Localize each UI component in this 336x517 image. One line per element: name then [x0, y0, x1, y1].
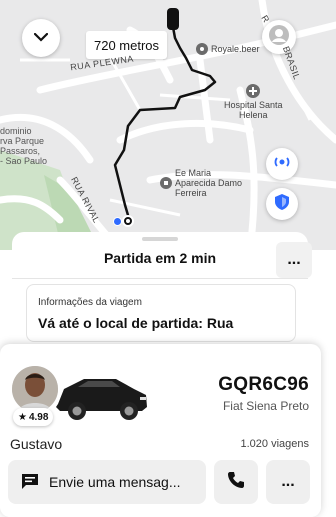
car-image: [50, 359, 150, 434]
sheet-grabber[interactable]: [142, 237, 178, 241]
car-model: Fiat Siena Preto: [222, 399, 309, 413]
more-options-button[interactable]: ...: [266, 460, 310, 504]
poi-school[interactable]: Ee Maria Aparecida Damo Ferreira: [160, 168, 242, 198]
trip-info-caption: Informações da viagem: [38, 297, 142, 308]
school-icon: [160, 177, 172, 189]
pickup-marker: [122, 215, 134, 227]
radar-icon: [273, 153, 291, 176]
message-placeholder: Envie uma mensag...: [49, 474, 181, 490]
driver-name: Gustavo: [10, 436, 63, 452]
poi-hospital[interactable]: Hospital Santa Helena: [224, 84, 283, 120]
poi-royale-beer[interactable]: Royale.beer: [196, 43, 260, 55]
safety-button[interactable]: [266, 148, 298, 180]
hospital-icon: [246, 84, 261, 98]
driver-card: ★ 4.98 GQR6C96 Fiat Siena Preto Gustavo …: [0, 344, 321, 517]
chevron-down-icon: [33, 29, 49, 47]
license-plate: GQR6C96: [218, 374, 309, 395]
message-icon: [21, 472, 39, 493]
map[interactable]: 720 metros RUA PLEWNA RUA RIVAL R BRASIL…: [0, 0, 336, 250]
shield-button[interactable]: [266, 188, 298, 220]
call-button[interactable]: [214, 460, 258, 504]
driver-rating: ★ 4.98: [13, 408, 54, 426]
divider: [12, 278, 308, 279]
departure-time: Partida em 2 min: [103, 250, 217, 266]
pin-icon: [196, 43, 208, 55]
trip-info-title: Vá até o local de partida: Rua: [38, 315, 234, 331]
current-location-dot: [113, 217, 122, 226]
shield-icon: [274, 193, 290, 216]
trip-more-button[interactable]: ...: [276, 242, 312, 278]
driver-trips: 1.020 viagens: [240, 438, 310, 450]
trip-info-card[interactable]: Informações da viagem Vá até o local de …: [26, 284, 296, 342]
message-button[interactable]: Envie uma mensag...: [8, 460, 206, 504]
driver-avatar[interactable]: [10, 364, 60, 414]
star-icon: ★: [18, 411, 27, 423]
area-label: dominio rva Parque Passaros, - Sao Paulo: [0, 126, 48, 166]
phone-icon: [227, 471, 245, 494]
collapse-button[interactable]: [22, 19, 60, 57]
